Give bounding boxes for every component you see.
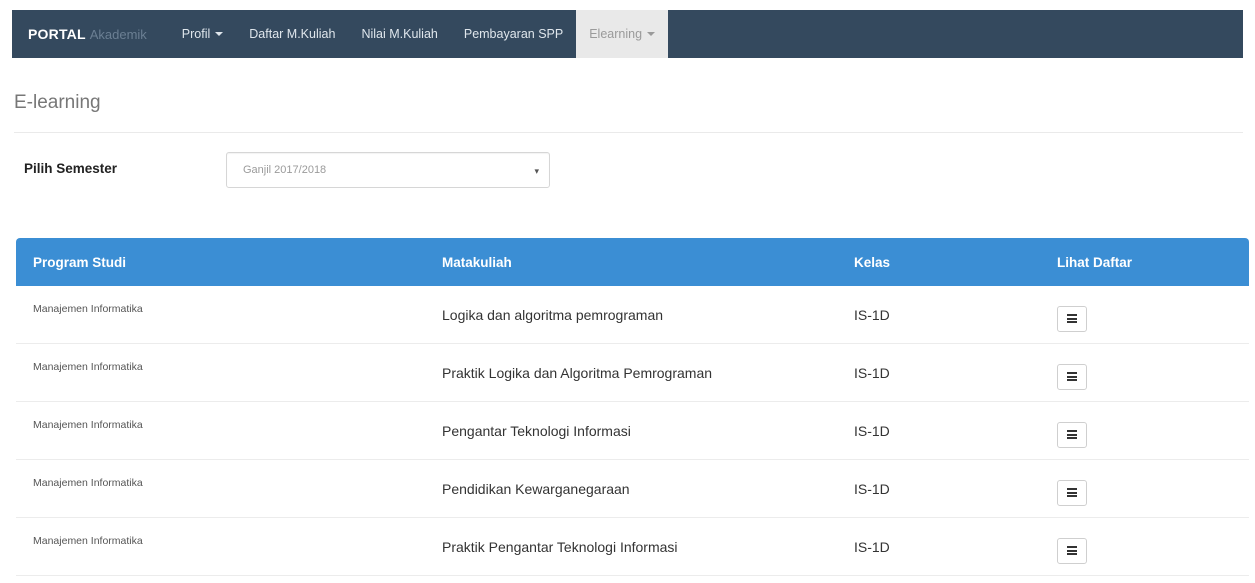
semester-label: Pilih Semester bbox=[24, 161, 118, 176]
column-header-program-studi: Program Studi bbox=[33, 254, 127, 270]
program-studi-cell: Manajemen Informatika bbox=[33, 535, 143, 547]
nav-item-label: Pembayaran SPP bbox=[463, 27, 564, 41]
list-icon bbox=[1067, 546, 1077, 555]
nav-item-nilai-mkuliah[interactable]: Nilai M.Kuliah bbox=[348, 10, 450, 58]
list-icon bbox=[1067, 314, 1077, 323]
nav-item-label: Profil bbox=[181, 27, 211, 41]
lihat-daftar-button[interactable] bbox=[1057, 421, 1087, 448]
lihat-daftar-button[interactable] bbox=[1057, 363, 1087, 390]
table-row: Manajemen Informatika Pengantar Teknolog… bbox=[16, 402, 1249, 460]
brand-logo[interactable]: PORTAL Akademik bbox=[12, 26, 161, 42]
lihat-daftar-button[interactable] bbox=[1057, 537, 1087, 564]
table-header: Program Studi Matakuliah Kelas Lihat Daf… bbox=[16, 238, 1249, 286]
brand-subtitle: Akademik bbox=[89, 27, 147, 42]
lihat-daftar-cell bbox=[1031, 286, 1249, 343]
table-row: Manajemen Informatika Praktik Logika dan… bbox=[16, 344, 1249, 402]
program-studi-cell: Manajemen Informatika bbox=[33, 361, 143, 373]
table-row: Manajemen Informatika Praktik Pengantar … bbox=[16, 518, 1249, 576]
lihat-daftar-cell bbox=[1031, 344, 1249, 401]
lihat-daftar-cell bbox=[1031, 402, 1249, 459]
lihat-daftar-cell bbox=[1031, 460, 1249, 517]
list-icon bbox=[1067, 488, 1077, 497]
top-navbar: PORTAL Akademik Profil Daftar M.Kuliah Ni… bbox=[12, 10, 1243, 58]
program-studi-cell: Manajemen Informatika bbox=[33, 419, 143, 431]
caret-down-icon bbox=[215, 32, 224, 36]
semester-select[interactable]: Ganjil 2017/2018 ▾ bbox=[226, 152, 550, 188]
matakuliah-cell: Praktik Logika dan Algoritma Pemrograman bbox=[442, 364, 713, 381]
title-divider bbox=[14, 132, 1243, 133]
nav-item-elearning[interactable]: Elearning bbox=[576, 10, 669, 58]
table-row: Manajemen Informatika Pendidikan Kewarga… bbox=[16, 460, 1249, 518]
kelas-cell: IS-1D bbox=[854, 480, 890, 497]
nav-item-label: Elearning bbox=[589, 27, 643, 41]
lihat-daftar-cell bbox=[1031, 518, 1249, 575]
matakuliah-cell: Pendidikan Kewarganegaraan bbox=[442, 480, 630, 497]
nav-item-label: Nilai M.Kuliah bbox=[361, 27, 438, 41]
kelas-cell: IS-1D bbox=[854, 306, 890, 323]
kelas-cell: IS-1D bbox=[854, 364, 890, 381]
semester-selected-value: Ganjil 2017/2018 bbox=[243, 164, 327, 176]
matakuliah-cell: Logika dan algoritma pemrograman bbox=[442, 306, 664, 323]
kelas-cell: IS-1D bbox=[854, 422, 890, 439]
nav-menu: Profil Daftar M.Kuliah Nilai M.Kuliah Pe… bbox=[169, 10, 669, 58]
nav-item-profil[interactable]: Profil bbox=[169, 10, 236, 58]
kelas-cell: IS-1D bbox=[854, 538, 890, 555]
brand-title: PORTAL bbox=[28, 26, 86, 42]
table-row: Manajemen Informatika Logika dan algorit… bbox=[16, 286, 1249, 344]
column-header-kelas: Kelas bbox=[854, 254, 891, 270]
nav-item-label: Daftar M.Kuliah bbox=[249, 27, 336, 41]
matakuliah-cell: Praktik Pengantar Teknologi Informasi bbox=[442, 538, 678, 555]
column-header-matakuliah: Matakuliah bbox=[442, 254, 512, 270]
lihat-daftar-button[interactable] bbox=[1057, 479, 1087, 506]
elearning-table: Program Studi Matakuliah Kelas Lihat Daf… bbox=[16, 238, 1249, 576]
column-header-lihat-daftar: Lihat Daftar bbox=[1057, 254, 1133, 270]
list-icon bbox=[1067, 430, 1077, 439]
program-studi-cell: Manajemen Informatika bbox=[33, 477, 143, 489]
nav-item-pembayaran-spp[interactable]: Pembayaran SPP bbox=[451, 10, 576, 58]
caret-down-icon bbox=[647, 32, 656, 36]
matakuliah-cell: Pengantar Teknologi Informasi bbox=[442, 422, 631, 439]
page-title: E-learning bbox=[14, 92, 101, 113]
program-studi-cell: Manajemen Informatika bbox=[33, 303, 143, 315]
lihat-daftar-button[interactable] bbox=[1057, 305, 1087, 332]
select-arrow-icon: ▾ bbox=[534, 166, 539, 176]
nav-item-daftar-mkuliah[interactable]: Daftar M.Kuliah bbox=[236, 10, 348, 58]
list-icon bbox=[1067, 372, 1077, 381]
